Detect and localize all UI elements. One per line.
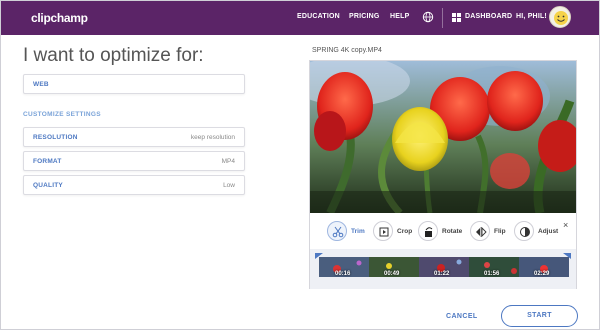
adjust-icon bbox=[514, 221, 534, 241]
quality-label: QUALITY bbox=[33, 182, 63, 189]
start-button[interactable]: START bbox=[501, 305, 578, 327]
target-value: WEB bbox=[33, 81, 49, 88]
timestamp-3: 01:22 bbox=[434, 271, 450, 277]
timeline[interactable]: 00:16 00:49 01:22 01:56 02:29 bbox=[310, 249, 576, 289]
format-value: MP4 bbox=[221, 158, 235, 165]
trim-start-handle-icon[interactable] bbox=[315, 253, 323, 259]
user-greeting[interactable]: HI, PHIL! bbox=[516, 13, 547, 20]
adjust-label: Adjust bbox=[538, 228, 559, 235]
trim-end-handle-icon[interactable] bbox=[563, 253, 571, 259]
rotate-icon bbox=[418, 221, 438, 241]
crop-label: Crop bbox=[397, 228, 413, 235]
quality-setting[interactable]: QUALITY Low bbox=[23, 175, 245, 195]
app-window: clipchamp EDUCATION PRICING HELP DASHBOA… bbox=[0, 0, 600, 330]
resolution-label: RESOLUTION bbox=[33, 134, 78, 141]
nav-pricing[interactable]: PRICING bbox=[349, 13, 380, 20]
resolution-setting[interactable]: RESOLUTION keep resolution bbox=[23, 127, 245, 147]
timestamp-1: 00:16 bbox=[335, 271, 351, 277]
format-label: FORMAT bbox=[33, 158, 62, 165]
dashboard-grid-icon[interactable] bbox=[452, 13, 461, 22]
timestamp-5: 02:29 bbox=[534, 271, 550, 277]
video-preview[interactable] bbox=[310, 61, 576, 213]
trim-label: Trim bbox=[351, 228, 365, 235]
avatar-face-icon bbox=[554, 11, 568, 25]
edit-toolbar: Trim Crop Rotate Flip Adjust bbox=[310, 213, 576, 249]
header-divider bbox=[442, 8, 443, 28]
nav-dashboard[interactable]: DASHBOARD bbox=[465, 13, 512, 20]
globe-icon[interactable] bbox=[422, 11, 434, 23]
video-filename: SPRING 4K copy.MP4 bbox=[312, 47, 382, 54]
flip-label: Flip bbox=[494, 228, 506, 235]
resolution-value: keep resolution bbox=[190, 134, 235, 141]
rotate-label: Rotate bbox=[442, 228, 463, 235]
nav-education[interactable]: EDUCATION bbox=[297, 13, 340, 20]
target-select[interactable]: WEB bbox=[23, 74, 245, 94]
video-frame-image bbox=[310, 61, 576, 213]
format-setting[interactable]: FORMAT MP4 bbox=[23, 151, 245, 171]
top-bar: clipchamp EDUCATION PRICING HELP DASHBOA… bbox=[1, 1, 599, 35]
timestamp-4: 01:56 bbox=[484, 271, 500, 277]
quality-value: Low bbox=[223, 182, 235, 189]
nav-help[interactable]: HELP bbox=[390, 13, 409, 20]
avatar[interactable] bbox=[549, 6, 571, 28]
flip-icon bbox=[470, 221, 490, 241]
page-title: I want to optimize for: bbox=[23, 45, 204, 66]
timeline-thumbnails[interactable]: 00:16 00:49 01:22 01:56 02:29 bbox=[319, 257, 569, 277]
scissors-icon bbox=[327, 221, 347, 241]
cancel-button[interactable]: CANCEL bbox=[446, 313, 478, 320]
video-editor-panel: Trim Crop Rotate Flip Adjust × 00:16 00:… bbox=[309, 60, 577, 289]
customize-settings-link[interactable]: CUSTOMIZE SETTINGS bbox=[23, 111, 101, 118]
close-icon[interactable]: × bbox=[563, 220, 568, 230]
clipchamp-logo[interactable]: clipchamp bbox=[31, 11, 88, 25]
timestamp-2: 00:49 bbox=[384, 271, 400, 277]
crop-icon bbox=[373, 221, 393, 241]
